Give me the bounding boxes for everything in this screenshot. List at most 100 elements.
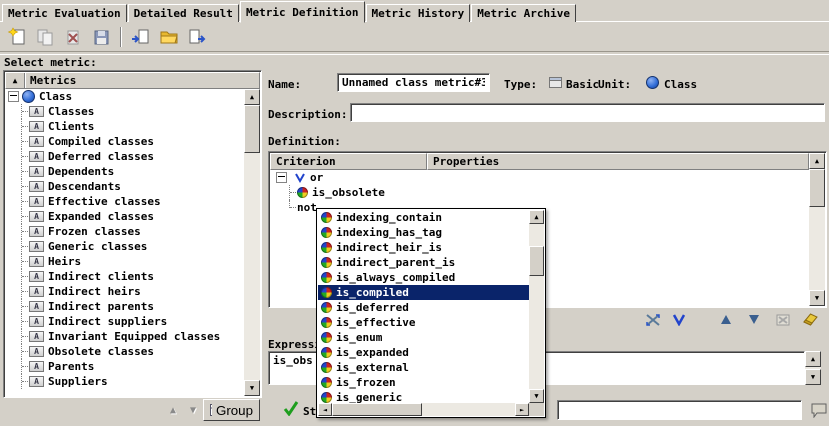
tab[interactable]: Metric Evaluation bbox=[2, 4, 127, 22]
scrollbar-track[interactable] bbox=[809, 207, 825, 290]
dropdown-item[interactable]: is_deferred bbox=[318, 300, 529, 315]
tab[interactable]: Metric Definition bbox=[240, 1, 365, 23]
tree-connector bbox=[15, 209, 29, 224]
tree-item[interactable]: Clients bbox=[5, 119, 244, 134]
dropdown-item[interactable]: is_expanded bbox=[318, 345, 529, 360]
save-metric-button[interactable] bbox=[88, 25, 114, 49]
dropdown-item[interactable]: is_always_compiled bbox=[318, 270, 529, 285]
scrollbar-track[interactable] bbox=[529, 224, 544, 246]
scrollbar-thumb[interactable] bbox=[244, 105, 260, 153]
tree-item[interactable]: Indirect heirs bbox=[5, 284, 244, 299]
scroll-down-icon[interactable]: ▼ bbox=[244, 380, 260, 396]
tree-item[interactable]: Effective classes bbox=[5, 194, 244, 209]
criterion-row-or[interactable]: or bbox=[270, 170, 809, 185]
tree-item[interactable]: Suppliers bbox=[5, 374, 244, 389]
collapse-icon[interactable] bbox=[8, 91, 19, 102]
exchange-button[interactable] bbox=[641, 310, 665, 329]
scrollbar-thumb[interactable] bbox=[332, 403, 422, 416]
scroll-up-icon[interactable]: ▲ bbox=[809, 153, 825, 169]
metric-icon bbox=[29, 121, 44, 132]
delete-metric-icon bbox=[63, 27, 83, 47]
dropdown-item[interactable]: indexing_has_tag bbox=[318, 225, 529, 240]
tree-item[interactable]: Indirect clients bbox=[5, 269, 244, 284]
tree-column-header[interactable]: ▲ Metrics bbox=[5, 72, 260, 89]
tree-item[interactable]: Parents bbox=[5, 359, 244, 374]
tab[interactable]: Metric History bbox=[366, 4, 471, 22]
dropdown-vertical-scrollbar[interactable]: ▲ ▼ bbox=[529, 210, 544, 403]
delete-criterion-button[interactable] bbox=[771, 310, 795, 329]
dropdown-item[interactable]: indexing_contain bbox=[318, 210, 529, 225]
tree-item[interactable]: Heirs bbox=[5, 254, 244, 269]
tree-item[interactable]: Frozen classes bbox=[5, 224, 244, 239]
dropdown-horizontal-scrollbar[interactable]: ◄ ► bbox=[318, 403, 529, 416]
group-button[interactable]: Group bbox=[203, 399, 260, 421]
dropdown-item[interactable]: is_frozen bbox=[318, 375, 529, 390]
column-criterion[interactable]: Criterion bbox=[270, 153, 427, 170]
scrollbar-thumb[interactable] bbox=[529, 246, 544, 276]
scrollbar-thumb[interactable] bbox=[809, 169, 825, 207]
delete-metric-button[interactable] bbox=[60, 25, 86, 49]
tree-item-class-root[interactable]: Class bbox=[5, 89, 244, 104]
export-metrics-button[interactable] bbox=[184, 25, 210, 49]
scroll-right-icon[interactable]: ► bbox=[515, 403, 529, 416]
import-metrics-button[interactable] bbox=[128, 25, 154, 49]
duplicate-metric-button[interactable] bbox=[32, 25, 58, 49]
tree-item[interactable]: Generic classes bbox=[5, 239, 244, 254]
scroll-up-icon[interactable]: ▲ bbox=[244, 89, 260, 105]
column-properties[interactable]: Properties bbox=[427, 153, 809, 170]
tab[interactable]: Detailed Result bbox=[128, 4, 239, 22]
tree-item-label: Suppliers bbox=[48, 375, 108, 388]
erase-definition-button[interactable] bbox=[798, 310, 822, 329]
move-criterion-down-button[interactable] bbox=[742, 310, 766, 329]
tab[interactable]: Metric Archive bbox=[471, 4, 576, 22]
sort-ascending-icon[interactable]: ▲ bbox=[6, 73, 25, 88]
tree-connector bbox=[15, 299, 29, 314]
scroll-up-icon[interactable]: ▲ bbox=[805, 351, 821, 367]
criterion-row-is-obsolete[interactable]: is_obsolete bbox=[270, 185, 809, 200]
tree-connector bbox=[15, 164, 29, 179]
tree-item[interactable]: Indirect suppliers bbox=[5, 314, 244, 329]
move-criterion-up-button[interactable] bbox=[714, 310, 738, 329]
tree-item[interactable]: Descendants bbox=[5, 179, 244, 194]
expression-scrollbar[interactable]: ▲ ▼ bbox=[805, 351, 821, 385]
dropdown-item[interactable]: is_generic bbox=[318, 390, 529, 403]
tree-scrollbar[interactable]: ▲ ▼ bbox=[244, 89, 260, 396]
tree-item[interactable]: Dependents bbox=[5, 164, 244, 179]
scroll-down-icon[interactable]: ▼ bbox=[529, 389, 544, 403]
dropdown-item[interactable]: is_external bbox=[318, 360, 529, 375]
scroll-left-icon[interactable]: ◄ bbox=[318, 403, 332, 416]
dropdown-item[interactable]: indirect_parent_is bbox=[318, 255, 529, 270]
scrollbar-track[interactable] bbox=[422, 403, 515, 416]
tree-item-label: Descendants bbox=[48, 180, 121, 193]
tree-item[interactable]: Indirect parents bbox=[5, 299, 244, 314]
criteria-table-scrollbar[interactable]: ▲ ▼ bbox=[809, 153, 825, 306]
toolbar-divider bbox=[0, 51, 829, 55]
name-input[interactable] bbox=[337, 73, 490, 92]
tree-item[interactable]: Compiled classes bbox=[5, 134, 244, 149]
scroll-down-icon[interactable]: ▼ bbox=[809, 290, 825, 306]
dropdown-item[interactable]: is_effective bbox=[318, 315, 529, 330]
new-metric-button[interactable] bbox=[4, 25, 30, 49]
move-metric-down-icon[interactable]: ▼ bbox=[186, 402, 200, 418]
metric-tree-panel: ▲ Metrics Class Classes bbox=[3, 70, 262, 398]
dropdown-item[interactable]: is_enum bbox=[318, 330, 529, 345]
collapse-icon[interactable] bbox=[276, 172, 287, 183]
tab-bar: Metric Evaluation Detailed Result Metric… bbox=[2, 1, 577, 22]
scroll-down-icon[interactable]: ▼ bbox=[805, 369, 821, 385]
scrollbar-track[interactable] bbox=[244, 153, 260, 380]
scroll-up-icon[interactable]: ▲ bbox=[529, 210, 544, 224]
or-toggle-button[interactable] bbox=[667, 310, 691, 329]
tree-item[interactable]: Obsolete classes bbox=[5, 344, 244, 359]
open-metric-folder-button[interactable] bbox=[156, 25, 182, 49]
comment-button[interactable] bbox=[807, 401, 829, 420]
description-input[interactable] bbox=[350, 103, 825, 122]
tree-item[interactable]: Deferred classes bbox=[5, 149, 244, 164]
scrollbar-track[interactable] bbox=[529, 276, 544, 389]
dropdown-item[interactable]: indirect_heir_is bbox=[318, 240, 529, 255]
tree-item[interactable]: Invariant Equipped classes bbox=[5, 329, 244, 344]
status-input[interactable] bbox=[557, 400, 802, 420]
tree-item[interactable]: Expanded classes bbox=[5, 209, 244, 224]
tree-item[interactable]: Classes bbox=[5, 104, 244, 119]
move-metric-up-icon[interactable]: ▲ bbox=[166, 402, 180, 418]
dropdown-item[interactable]: is_compiled bbox=[318, 285, 529, 300]
